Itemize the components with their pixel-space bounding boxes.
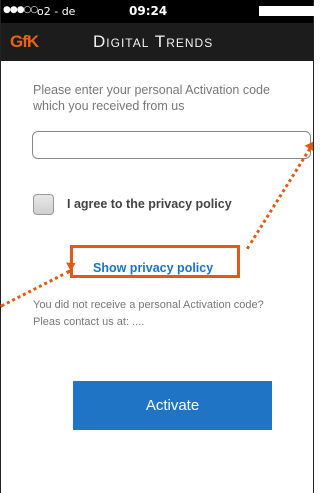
gfk-logo: GfK: [10, 32, 39, 51]
show-privacy-policy-link[interactable]: Show privacy policy: [93, 261, 213, 275]
contact-line-1: You did not receive a personal Activatio…: [33, 299, 264, 311]
carrier-name: o2 - de: [37, 5, 76, 18]
app-header: GfK Digital Trends: [1, 23, 313, 61]
phone-screen: ●●●○○ o2 - de 09:24 GfK Digital Trends P…: [0, 0, 315, 493]
contact-info: You did not receive a personal Activatio…: [33, 297, 320, 331]
activation-instructions: Please enter your personal Activation co…: [33, 83, 270, 113]
status-time: 09:24: [129, 4, 168, 18]
signal-strength-icon: ●●●○○: [3, 5, 38, 15]
privacy-agree-label: I agree to the privacy policy: [67, 197, 232, 211]
privacy-agree-checkbox[interactable]: [33, 194, 54, 215]
activation-code-input[interactable]: [32, 131, 311, 159]
status-bar: ●●●○○ o2 - de 09:24: [1, 0, 315, 23]
battery-icon: [259, 6, 315, 16]
app-title: Digital Trends: [93, 32, 214, 51]
contact-line-2: Pleas contact us at: ....: [33, 316, 145, 328]
activate-button[interactable]: Activate: [73, 381, 272, 430]
